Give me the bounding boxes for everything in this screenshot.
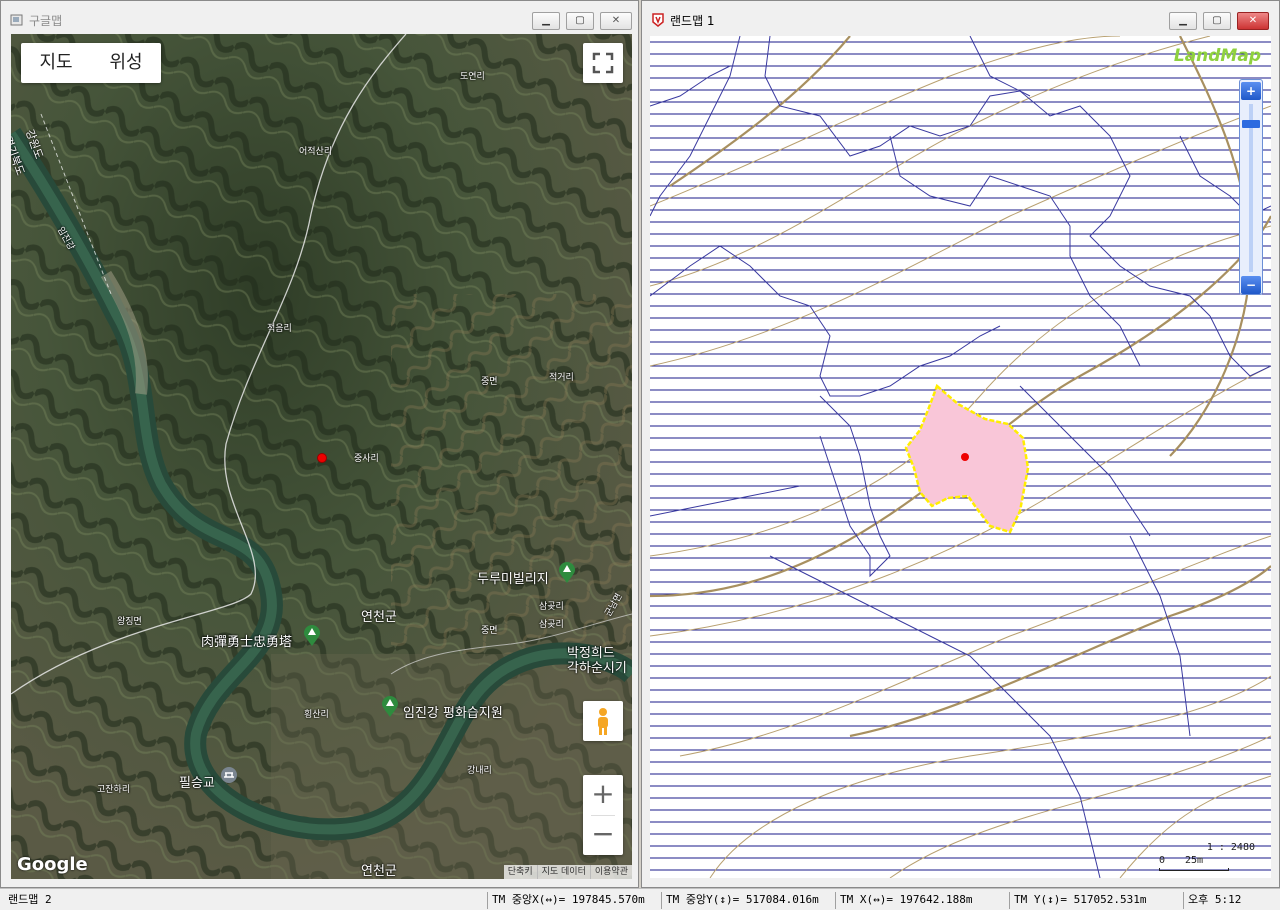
- status-tm-y: TM Y(↕)= 517052.531m: [1009, 892, 1150, 909]
- app-icon: [10, 14, 23, 26]
- minus-icon: −: [591, 817, 615, 850]
- map-label: 중면: [481, 377, 498, 387]
- plus-icon: +: [1245, 84, 1257, 98]
- landmap-window-title: 랜드맵 1: [670, 14, 715, 28]
- map-label: 고잔하리: [97, 785, 131, 795]
- park-pin-icon[interactable]: [558, 562, 576, 584]
- satellite-map[interactable]: 지도 위성 도연리 어적산리 강원도 경기북도 임진강 적음리 중면 적거리 중…: [11, 34, 632, 879]
- close-button[interactable]: ✕: [1237, 12, 1269, 30]
- map-label: 삼곶리: [539, 602, 564, 612]
- zoom-out-button[interactable]: −: [1241, 276, 1261, 294]
- close-button[interactable]: ✕: [600, 12, 632, 30]
- zoom-in-button[interactable]: +: [1241, 82, 1261, 100]
- map-attribution: 단축키 지도 데이터 이용약관: [503, 865, 632, 879]
- zoom-thumb[interactable]: [1242, 120, 1260, 128]
- poi-imjin[interactable]: 임진강 평화습지원: [403, 702, 503, 721]
- map-type-control: 지도 위성: [21, 43, 161, 83]
- map-label: 적음리: [267, 324, 292, 334]
- map-type-satellite[interactable]: 위성: [91, 43, 161, 83]
- park-pin-icon[interactable]: [303, 625, 321, 647]
- region-label: 연천군: [361, 864, 397, 879]
- region-label: 연천군: [361, 610, 397, 625]
- bridge-label[interactable]: 필승교: [179, 772, 215, 791]
- map-label: 적거리: [549, 373, 574, 383]
- fullscreen-button[interactable]: [583, 43, 623, 83]
- map-label: 중면: [481, 626, 498, 636]
- google-logo: Google: [17, 854, 88, 875]
- poi-yukdan[interactable]: 肉彈勇士忠勇塔: [201, 631, 292, 650]
- scale-bar: [1159, 868, 1229, 871]
- landmap-app-icon: [652, 13, 664, 27]
- maximize-button[interactable]: ▢: [1203, 12, 1231, 30]
- street-view-button[interactable]: [583, 701, 623, 741]
- keyboard-shortcuts-link[interactable]: 단축키: [504, 865, 537, 879]
- map-label: 도연리: [460, 72, 485, 82]
- status-clock: 오후 5:12: [1183, 892, 1245, 909]
- status-tm-center-x: TM 중앙X(↔)= 197845.570m: [487, 892, 649, 909]
- region-label: 각하순시기: [567, 661, 627, 676]
- status-tm-center-y: TM 중앙Y(↕)= 517084.016m: [661, 892, 823, 909]
- map-label: 중사리: [354, 454, 379, 464]
- scale-indicator: 1 : 2480 0 25m: [1155, 842, 1255, 872]
- map-label: 어적산리: [299, 147, 333, 157]
- cadastral-map[interactable]: LandMap + − 1 : 2480 0 25m: [650, 36, 1271, 878]
- scale-length: 25m: [1185, 855, 1204, 866]
- map-data-link[interactable]: 지도 데이터: [536, 865, 590, 879]
- park-pin-icon[interactable]: [381, 696, 399, 718]
- pegman-icon: [598, 708, 608, 735]
- zoom-in-button[interactable]: +: [583, 775, 623, 815]
- contour-map-drawing: [650, 36, 1271, 878]
- minus-icon: −: [1245, 278, 1257, 292]
- landmap-titlebar[interactable]: 랜드맵 1 ▁ ▢ ✕: [642, 1, 1279, 39]
- scale-zero: 0: [1159, 855, 1166, 866]
- map-label: 강내리: [467, 766, 492, 776]
- status-app-name: 랜드맵 2: [8, 893, 52, 906]
- zoom-control: + −: [583, 775, 623, 855]
- map-label: 삼곶리: [539, 620, 564, 630]
- landmap-logo: LandMap: [1173, 46, 1261, 66]
- bridge-icon[interactable]: [220, 766, 238, 788]
- plus-icon: +: [591, 777, 615, 810]
- status-tm-x: TM X(↔)= 197642.188m: [835, 892, 976, 909]
- map-type-map[interactable]: 지도: [21, 43, 91, 83]
- google-map-window: 구글맵 ▁ ▢ ✕ 지도 위성 도연리 어적산리 강원도 경기북도 임진강 적음…: [0, 0, 639, 888]
- status-bar: 랜드맵 2 TM 중앙X(↔)= 197845.570m TM 중앙Y(↕)= …: [0, 888, 1280, 910]
- minimize-button[interactable]: ▁: [1169, 12, 1197, 30]
- location-marker: [317, 453, 327, 463]
- map-label: 왕징면: [117, 617, 142, 627]
- divider: [591, 815, 615, 816]
- zoom-slider[interactable]: + −: [1239, 79, 1263, 295]
- map-label: 횡산리: [304, 710, 329, 720]
- fullscreen-icon: [592, 52, 614, 74]
- google-window-title: 구글맵: [29, 14, 63, 28]
- minimize-button[interactable]: ▁: [532, 12, 560, 30]
- zoom-out-button[interactable]: −: [583, 815, 623, 855]
- zoom-track[interactable]: [1249, 104, 1253, 272]
- poi-durumi[interactable]: 두루미빌리지: [477, 568, 549, 587]
- maximize-button[interactable]: ▢: [566, 12, 594, 30]
- scale-ratio: 1 : 2480: [1206, 842, 1255, 853]
- terms-link[interactable]: 이용약관: [589, 865, 632, 879]
